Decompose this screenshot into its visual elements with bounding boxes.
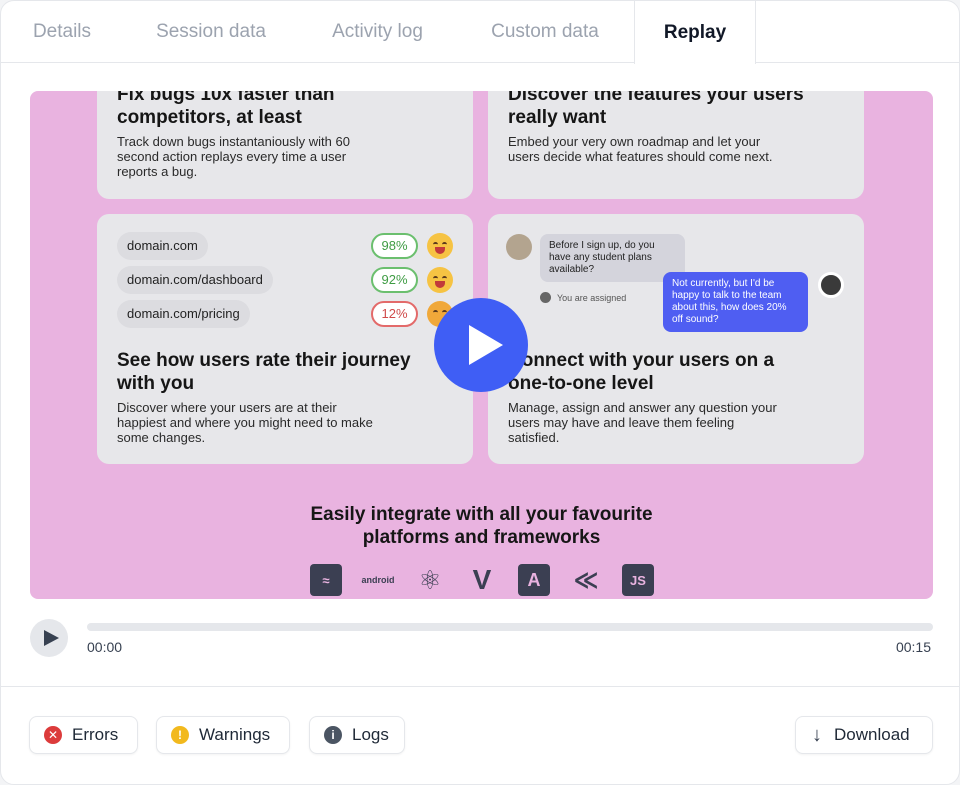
url-pill: domain.com <box>117 232 208 260</box>
play-button[interactable] <box>30 619 68 657</box>
tab-bar: Details Session data Activity log Custom… <box>1 1 959 64</box>
card-text: Manage, assign and answer any question y… <box>508 400 777 445</box>
card-text: Discover where your users are at their h… <box>117 400 373 445</box>
tab-session-data[interactable]: Session data <box>123 1 299 63</box>
divider <box>1 686 959 687</box>
javascript-icon: JS <box>622 564 654 596</box>
error-icon: ✕ <box>44 726 62 744</box>
tab-custom-data[interactable]: Custom data <box>456 1 634 63</box>
logs-button[interactable]: i Logs <box>309 716 405 754</box>
agent-avatar <box>818 272 844 298</box>
integrate-line-1: Easily integrate with all your favourite <box>310 504 653 525</box>
download-button[interactable]: ↓ Download <box>795 716 933 754</box>
download-arrow-icon: ↓ <box>812 723 822 746</box>
replay-panel: Details Session data Activity log Custom… <box>0 0 960 785</box>
tab-replay[interactable]: Replay <box>634 1 756 64</box>
framework-logos: ≈ android ⚛ V A ≪ JS <box>310 563 660 597</box>
flutter-icon: ≪ <box>573 566 599 594</box>
card-text: Track down bugs instantaniously with 60 … <box>117 134 350 179</box>
assigned-text: You are assigned <box>557 292 627 303</box>
play-overlay-button[interactable] <box>434 298 528 392</box>
duration: 00:15 <box>895 639 931 655</box>
errors-button[interactable]: ✕ Errors <box>29 716 138 754</box>
logs-label: Logs <box>352 725 389 744</box>
score-badge: 12% <box>371 301 418 327</box>
url-pill: domain.com/pricing <box>117 300 250 328</box>
vue-icon: V <box>472 564 492 595</box>
card-title: Fix bugs 10x faster than competitors, at… <box>117 91 335 128</box>
assigned-indicator: You are assigned <box>540 292 626 303</box>
warnings-button[interactable]: ! Warnings <box>156 716 290 754</box>
progress-track[interactable] <box>87 623 933 631</box>
android-icon: android <box>361 575 395 585</box>
happy-face-icon <box>427 267 453 293</box>
integrate-heading: Easily integrate with all your favourite… <box>30 503 933 549</box>
current-time: 00:00 <box>87 639 123 655</box>
card-connect: Before I sign up, do you have any studen… <box>488 214 864 464</box>
card-fix-bugs: Fix bugs 10x faster than competitors, at… <box>97 91 473 199</box>
swift-icon: ≈ <box>310 564 342 596</box>
score-badge: 92% <box>371 267 418 293</box>
info-icon: i <box>324 726 342 744</box>
happy-face-icon <box>427 233 453 259</box>
url-pill: domain.com/dashboard <box>117 266 273 294</box>
card-title: See how users rate their journey with yo… <box>117 350 411 394</box>
tab-details[interactable]: Details <box>1 1 123 63</box>
tab-activity-log[interactable]: Activity log <box>299 1 456 63</box>
card-title: Discover the features your users really … <box>508 91 804 128</box>
card-text: Embed your very own roadmap and let your… <box>508 134 773 164</box>
replay-video[interactable]: Fix bugs 10x faster than competitors, at… <box>30 91 933 599</box>
chat-answer: Not currently, but I'd be happy to talk … <box>663 272 808 332</box>
integrate-line-2: platforms and frameworks <box>362 527 601 548</box>
card-title: Connect with your users on a one-to-one … <box>508 350 775 394</box>
angular-icon: A <box>518 564 550 596</box>
card-features: Discover the features your users really … <box>488 91 864 199</box>
errors-label: Errors <box>72 725 119 744</box>
download-label: Download <box>834 725 910 744</box>
score-badge: 98% <box>371 233 418 259</box>
agent-icon <box>540 292 551 303</box>
warnings-label: Warnings <box>199 725 271 744</box>
user-avatar <box>506 234 532 260</box>
warning-icon: ! <box>171 726 189 744</box>
card-rate-journey: domain.com 98% domain.com/dashboard 92% … <box>97 214 473 464</box>
react-icon: ⚛ <box>418 564 442 595</box>
